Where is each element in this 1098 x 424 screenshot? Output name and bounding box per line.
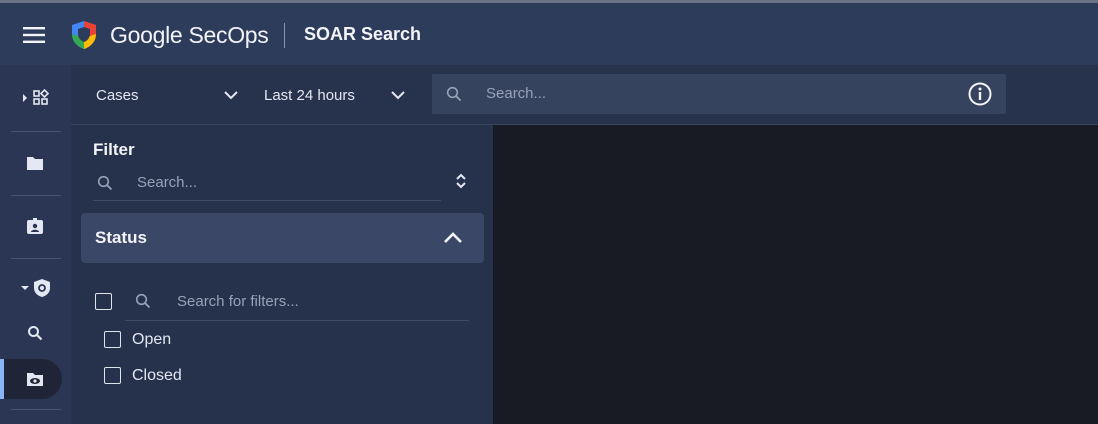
chevron-down-icon [224, 90, 238, 99]
badge-icon [27, 218, 43, 234]
sort-expand-icon[interactable] [455, 172, 467, 190]
time-range-value: Last 24 hours [264, 86, 355, 104]
menu-icon [23, 27, 45, 43]
left-nav-rail [0, 65, 71, 424]
search-icon [446, 86, 462, 102]
status-open-label[interactable]: Open [132, 331, 171, 349]
product-title: SOAR Search [304, 24, 422, 44]
rail-item-soar-search[interactable] [8, 359, 62, 399]
select-all-checkbox[interactable] [95, 293, 112, 310]
folder-icon [27, 157, 43, 170]
filter-panel: Filter Search... Status Search for filte… [71, 125, 493, 424]
chevron-up-icon [444, 232, 462, 243]
brand-name: Google SecOps [110, 22, 269, 48]
status-section-header[interactable]: Status [81, 213, 484, 263]
status-open-checkbox[interactable] [104, 331, 121, 348]
hamburger-menu-button[interactable] [18, 21, 50, 49]
status-closed-checkbox[interactable] [104, 367, 121, 384]
filter-search-placeholder: Search... [137, 174, 198, 191]
rail-item-detections[interactable] [8, 206, 62, 246]
search-icon [135, 293, 151, 309]
info-icon[interactable] [968, 82, 992, 106]
rail-item-search[interactable] [8, 313, 62, 353]
rail-item-cases[interactable] [8, 143, 62, 183]
folder-eye-icon [27, 373, 43, 386]
rail-item-dashboards[interactable] [8, 78, 62, 118]
status-section-label: Status [95, 228, 147, 247]
search-icon [97, 175, 113, 191]
filter-title: Filter [93, 140, 135, 159]
global-search-placeholder: Search... [486, 85, 547, 102]
status-closed-label[interactable]: Closed [132, 367, 182, 385]
shield-icon [21, 279, 50, 297]
rail-active-indicator [0, 359, 4, 399]
secops-shield-logo-icon [72, 21, 96, 49]
brand-divider [284, 23, 285, 48]
time-range-dropdown[interactable]: Last 24 hours [264, 83, 405, 107]
rail-divider [11, 258, 61, 259]
search-icon [28, 326, 43, 341]
status-filter-search-input[interactable]: Search for filters... [125, 287, 469, 321]
global-search-input[interactable]: Search... [432, 74, 1006, 114]
filter-search-input[interactable]: Search... [93, 167, 441, 201]
top-app-bar: Google SecOps SOAR Search [0, 0, 1098, 65]
search-toolbar: Cases Last 24 hours Search... [71, 65, 1098, 125]
rail-divider [11, 131, 61, 132]
rail-divider [11, 195, 61, 196]
rail-item-investigation[interactable] [8, 268, 62, 308]
chevron-down-icon [391, 90, 405, 99]
entity-type-value: Cases [96, 86, 139, 104]
rail-divider [11, 409, 61, 410]
entity-type-dropdown[interactable]: Cases [96, 83, 238, 107]
status-filter-search-placeholder: Search for filters... [177, 293, 299, 310]
results-area [493, 125, 1098, 424]
apps-icon [23, 89, 50, 105]
